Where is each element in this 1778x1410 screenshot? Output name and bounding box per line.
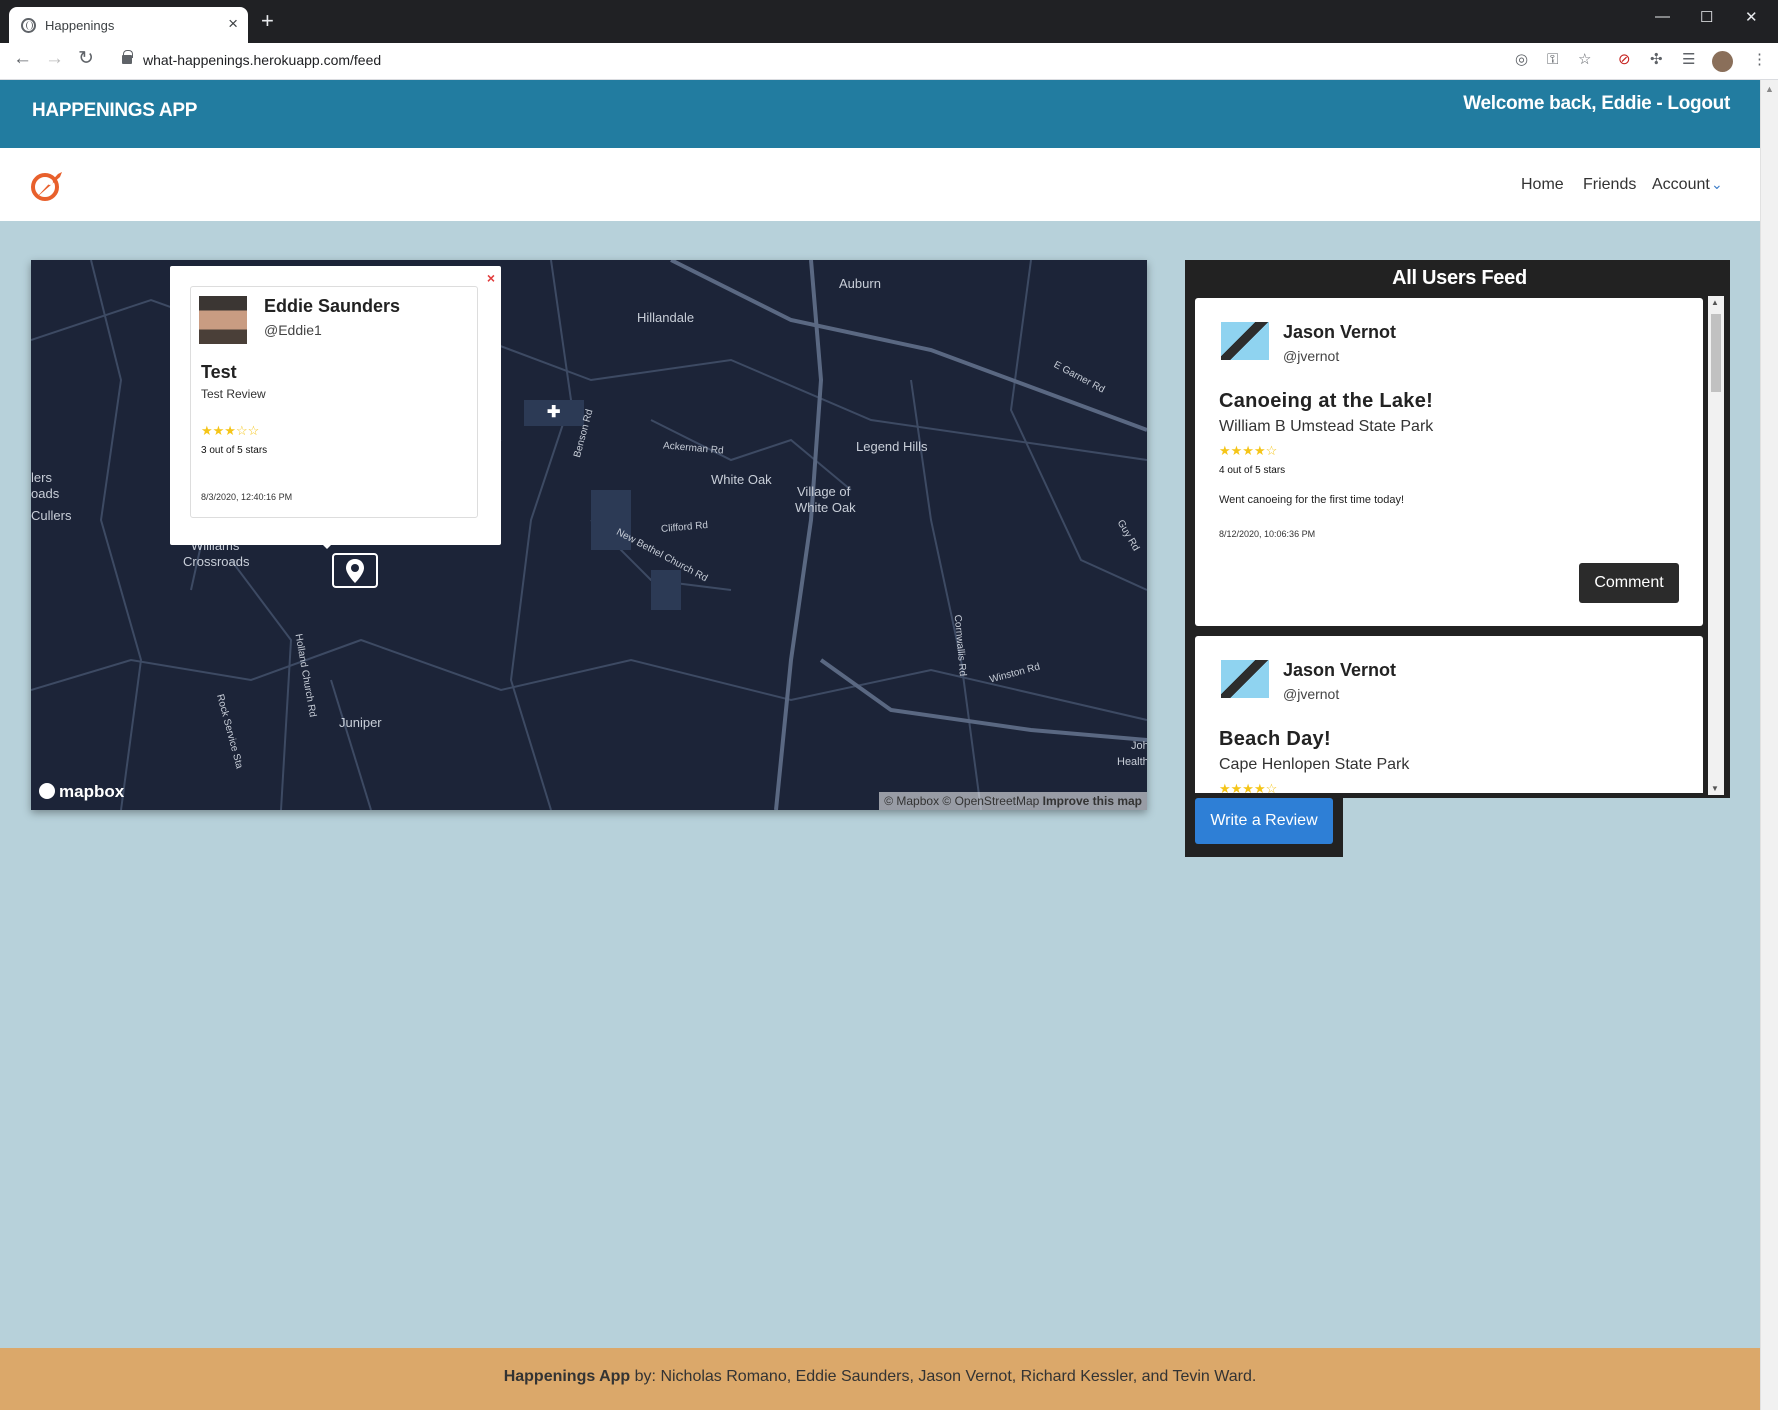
map-label: Legend Hills bbox=[856, 439, 928, 454]
map-pin-icon bbox=[346, 559, 364, 583]
review-title: Canoeing at the Lake! bbox=[1219, 390, 1434, 412]
map-label: Hillandale bbox=[637, 310, 695, 325]
write-review-button[interactable]: Write a Review bbox=[1195, 798, 1333, 844]
feed-card: Jason Vernot @jvernot Canoeing at the La… bbox=[1195, 298, 1703, 626]
attribution-text[interactable]: © Mapbox © OpenStreetMap bbox=[884, 794, 1039, 808]
avatar bbox=[1221, 660, 1269, 698]
welcome-logout-link[interactable]: Welcome back, Eddie - Logout bbox=[1463, 93, 1730, 115]
feed-card: Jason Vernot @jvernot Beach Day! Cape He… bbox=[1195, 636, 1703, 793]
rating-text: 3 out of 5 stars bbox=[201, 445, 268, 456]
users-feed-panel: All Users Feed Jason Vernot @jvernot Can… bbox=[1185, 260, 1730, 798]
reviewer-name: Jason Vernot bbox=[1283, 660, 1397, 680]
review-location: William B Umstead State Park bbox=[1219, 418, 1434, 435]
review-text: Test Review bbox=[201, 387, 266, 401]
review-title: Beach Day! bbox=[1219, 728, 1331, 750]
map-label: Joh bbox=[1131, 740, 1147, 752]
mapbox-logo[interactable]: mapbox bbox=[39, 782, 124, 802]
tab-close-icon[interactable]: × bbox=[228, 15, 238, 32]
browser-toolbar: ← → ↻ what-happenings.herokuapp.com/feed… bbox=[0, 43, 1778, 80]
feed-title: All Users Feed bbox=[1392, 267, 1527, 289]
footer-credits: Happenings App by: Nicholas Romano, Eddi… bbox=[0, 1368, 1760, 1386]
map-marker[interactable] bbox=[332, 553, 378, 588]
tab-title: Happenings bbox=[45, 18, 115, 33]
star-rating: ★★★★☆ bbox=[1219, 781, 1278, 793]
star-rating: ★★★★☆ bbox=[1219, 443, 1278, 458]
scroll-up-icon[interactable]: ▲ bbox=[1711, 298, 1719, 307]
map-label: White Oak bbox=[711, 472, 772, 487]
back-icon[interactable]: ← bbox=[13, 49, 32, 68]
map-label: Crossroads bbox=[183, 554, 250, 569]
reviewer-name: Jason Vernot bbox=[1283, 322, 1397, 342]
map-label: Village of bbox=[797, 484, 851, 499]
popup-close-icon[interactable]: × bbox=[487, 270, 495, 286]
scrollbar-thumb[interactable] bbox=[1711, 314, 1721, 392]
bookmark-star-icon[interactable]: ☆ bbox=[1578, 52, 1591, 67]
popup-tip bbox=[317, 539, 337, 549]
popup-review-card: Eddie Saunders @Eddie1 Test Test Review … bbox=[190, 286, 478, 518]
review-title: Test bbox=[201, 362, 237, 382]
rating-text: 4 out of 5 stars bbox=[1219, 465, 1286, 476]
new-tab-icon[interactable]: + bbox=[261, 10, 274, 32]
scroll-down-icon[interactable]: ▼ bbox=[1711, 784, 1719, 793]
nav-friends-link[interactable]: Friends bbox=[1583, 176, 1636, 194]
app-header: HAPPENINGS APP Welcome back, Eddie - Log… bbox=[0, 80, 1760, 148]
footer: Happenings App by: Nicholas Romano, Eddi… bbox=[0, 1348, 1760, 1410]
nav-home-link[interactable]: Home bbox=[1521, 176, 1564, 194]
key-icon[interactable]: ⚿ bbox=[1547, 52, 1558, 67]
avatar bbox=[1221, 322, 1269, 360]
globe-icon bbox=[21, 18, 36, 33]
write-review-container: Write a Review bbox=[1185, 798, 1343, 857]
review-date: 8/12/2020, 10:06:36 PM bbox=[1219, 529, 1316, 539]
extension-alert-icon[interactable]: ⊘ bbox=[1618, 52, 1631, 67]
chevron-down-icon[interactable]: ⌄ bbox=[1711, 176, 1723, 193]
review-date: 8/3/2020, 12:40:16 PM bbox=[201, 492, 293, 502]
profile-avatar[interactable] bbox=[1712, 51, 1733, 72]
maximize-icon[interactable]: ☐ bbox=[1700, 8, 1713, 26]
feed-scrollbar[interactable]: ▲ ▼ bbox=[1708, 296, 1724, 795]
reviewer-handle: @jvernot bbox=[1283, 686, 1340, 702]
app-brand[interactable]: HAPPENINGS APP bbox=[32, 100, 197, 122]
comment-button[interactable]: Comment bbox=[1579, 563, 1679, 603]
mapbox-logo-icon bbox=[39, 783, 55, 799]
mapbox-logo-text: mapbox bbox=[59, 782, 125, 801]
map-label: Juniper bbox=[339, 715, 382, 730]
footer-authors: by: Nicholas Romano, Eddie Saunders, Jas… bbox=[630, 1368, 1257, 1385]
main-navbar: Home Friends Account ⌄ bbox=[0, 148, 1760, 221]
reviewer-handle: @Eddie1 bbox=[264, 322, 322, 338]
review-body: Went canoeing for the first time today! bbox=[1219, 494, 1405, 506]
browser-tab-bar: Happenings × + — ☐ ✕ bbox=[0, 0, 1778, 43]
media-queue-icon[interactable]: ☰ bbox=[1682, 52, 1695, 67]
feed-list[interactable]: Jason Vernot @jvernot Canoeing at the La… bbox=[1195, 298, 1715, 793]
browser-tab[interactable]: Happenings × bbox=[9, 7, 248, 43]
location-icon[interactable]: ◎ bbox=[1515, 52, 1528, 67]
map-attribution: © Mapbox © OpenStreetMap Improve this ma… bbox=[879, 792, 1147, 810]
minimize-icon[interactable]: — bbox=[1655, 8, 1670, 25]
reviewer-handle: @jvernot bbox=[1283, 348, 1340, 364]
page-scrollbar[interactable]: ▲ bbox=[1760, 80, 1778, 1410]
footer-app-name: Happenings App bbox=[503, 1368, 631, 1385]
rocket-logo-icon[interactable] bbox=[28, 168, 66, 202]
improve-map-link[interactable]: Improve this map bbox=[1043, 794, 1142, 808]
extensions-puzzle-icon[interactable]: ✣ bbox=[1650, 52, 1663, 67]
reload-icon[interactable]: ↻ bbox=[78, 49, 94, 68]
crosshair-cursor-icon: ✚ bbox=[547, 404, 561, 421]
star-rating: ★★★☆☆ bbox=[201, 423, 260, 438]
window-close-icon[interactable]: ✕ bbox=[1745, 8, 1758, 26]
reviewer-name: Eddie Saunders bbox=[264, 296, 401, 316]
nav-account-dropdown[interactable]: Account bbox=[1652, 176, 1710, 194]
map-label: oads bbox=[31, 486, 60, 501]
map-label: Auburn bbox=[839, 276, 881, 291]
map-label: lers bbox=[31, 470, 52, 485]
address-bar[interactable]: what-happenings.herokuapp.com/feed bbox=[143, 52, 381, 68]
map[interactable]: Auburn Hillandale Legend Hills White Oak… bbox=[31, 260, 1147, 810]
map-label: Health bbox=[1117, 756, 1147, 768]
review-location: Cape Henlopen State Park bbox=[1219, 756, 1410, 773]
map-label: White Oak bbox=[795, 500, 856, 515]
avatar bbox=[199, 296, 247, 344]
lock-icon bbox=[122, 50, 133, 64]
map-label: Cullers bbox=[31, 508, 72, 523]
forward-icon[interactable]: → bbox=[45, 49, 64, 68]
browser-menu-icon[interactable]: ⋮ bbox=[1752, 52, 1767, 67]
map-popup: × Eddie Saunders @Eddie1 Test Test Revie… bbox=[170, 266, 501, 545]
